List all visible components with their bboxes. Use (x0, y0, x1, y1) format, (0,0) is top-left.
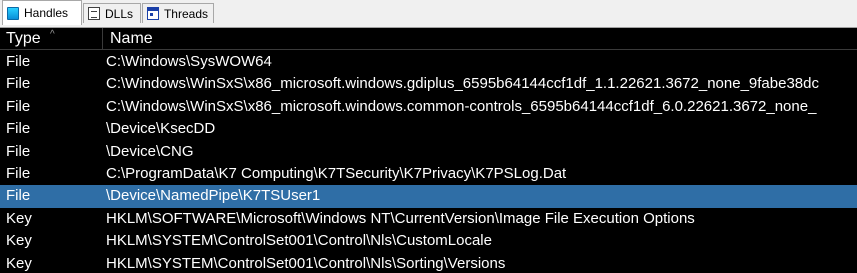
row-type: Key (6, 254, 32, 272)
row-type: File (6, 187, 31, 205)
table-row[interactable]: Key HKLM\SYSTEM\ControlSet001\Control\Nl… (0, 253, 857, 273)
row-type: File (6, 142, 31, 160)
table-row[interactable]: File \Device\CNG (0, 141, 857, 163)
table-row[interactable]: File C:\ProgramData\K7 Computing\K7TSecu… (0, 163, 857, 185)
row-name: HKLM\SOFTWARE\Microsoft\Windows NT\Curre… (106, 209, 695, 227)
row-type: Key (6, 232, 32, 250)
tab-handles-label: Handles (24, 6, 69, 20)
handles-icon (7, 6, 19, 20)
handles-list: File C:\Windows\SysWOW64 File C:\Windows… (0, 51, 857, 273)
table-row[interactable]: File C:\Windows\WinSxS\x86_microsoft.win… (0, 96, 857, 118)
tab-dlls[interactable]: DLLs (83, 3, 141, 23)
row-name: HKLM\SYSTEM\ControlSet001\Control\Nls\So… (106, 254, 506, 272)
table-row[interactable]: Key HKLM\SOFTWARE\Microsoft\Windows NT\C… (0, 208, 857, 230)
tab-handles[interactable]: Handles (2, 0, 82, 25)
table-row[interactable]: Key HKLM\SYSTEM\ControlSet001\Control\Nl… (0, 230, 857, 252)
row-type: File (6, 164, 31, 182)
row-type: File (6, 53, 31, 70)
tab-threads-label: Threads (163, 6, 208, 21)
sort-ascending-icon: ^ (50, 29, 55, 40)
table-row[interactable]: File \Device\KsecDD (0, 118, 857, 140)
threads-icon (147, 7, 159, 20)
column-header-name[interactable]: Name (103, 28, 857, 50)
row-type: File (6, 120, 31, 138)
row-name: HKLM\SYSTEM\ControlSet001\Control\Nls\Cu… (106, 232, 492, 250)
tab-threads[interactable]: Threads (142, 3, 214, 23)
row-type: File (6, 75, 31, 93)
row-name: \Device\KsecDD (106, 120, 216, 138)
row-type: Key (6, 209, 32, 227)
table-row-selected[interactable]: File \Device\NamedPipe\K7TSUser1 (0, 185, 857, 208)
row-type: File (6, 97, 31, 115)
row-name: C:\ProgramData\K7 Computing\K7TSecurity\… (106, 164, 567, 182)
row-name: C:\Windows\WinSxS\x86_microsoft.windows.… (106, 97, 817, 115)
dll-icon (88, 7, 100, 20)
tab-dlls-label: DLLs (105, 6, 134, 21)
row-name: C:\Windows\WinSxS\x86_microsoft.windows.… (106, 75, 819, 93)
row-name: \Device\NamedPipe\K7TSUser1 (106, 187, 321, 205)
lower-pane: Handles DLLs Threads Type ^ Name File C:… (0, 0, 857, 273)
column-header-type[interactable]: Type ^ (0, 28, 103, 50)
tab-strip: Handles DLLs Threads (0, 0, 857, 28)
row-name: C:\Windows\SysWOW64 (106, 53, 272, 70)
list-header: Type ^ Name (0, 28, 857, 50)
row-name: \Device\CNG (106, 142, 194, 160)
table-row[interactable]: File C:\Windows\SysWOW64 (0, 51, 857, 73)
column-header-name-label: Name (110, 30, 153, 47)
table-row[interactable]: File C:\Windows\WinSxS\x86_microsoft.win… (0, 73, 857, 95)
column-header-type-label: Type (6, 30, 41, 47)
